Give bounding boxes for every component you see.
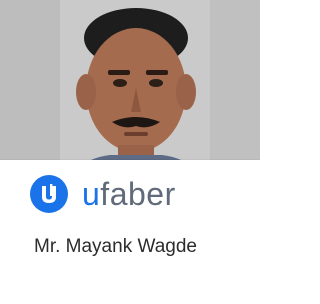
brand-wordmark-prefix: u (82, 176, 101, 212)
brand-wordmark: ufaber (82, 178, 176, 210)
brand-wordmark-rest: faber (100, 176, 176, 212)
ufaber-logo-icon (30, 175, 68, 213)
brand-logo: ufaber (20, 170, 246, 218)
profile-card: ufaber Mr. Mayank Wagde (0, 0, 260, 304)
person-name: Mr. Mayank Wagde (34, 236, 197, 257)
name-area (0, 220, 260, 304)
